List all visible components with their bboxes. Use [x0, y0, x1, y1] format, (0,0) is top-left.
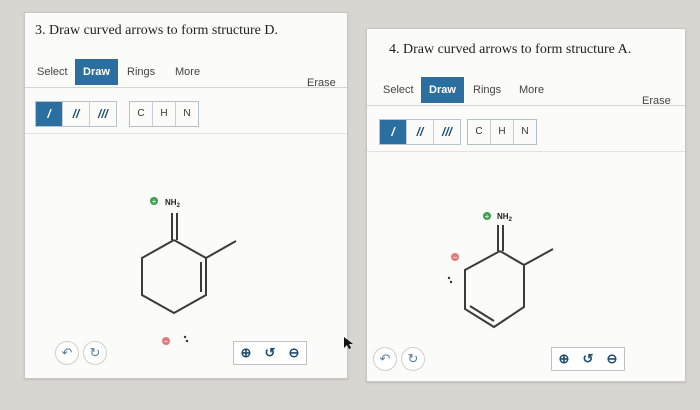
tab-select[interactable]: Select [375, 77, 422, 103]
hydrogen-atom-button[interactable]: H [153, 102, 176, 126]
minus-charge-sign: − [453, 253, 458, 262]
methyl-bond [523, 248, 554, 266]
tab-rings[interactable]: Rings [119, 59, 163, 85]
drawing-canvas[interactable]: + NH2 − [367, 153, 685, 349]
atom-tools: C H N [129, 101, 199, 127]
lone-pair-dot [185, 339, 189, 343]
bond-tools: / // /// [379, 119, 461, 145]
nh2-label: NH2 [165, 198, 181, 209]
erase-button[interactable]: Erase [642, 95, 671, 107]
erase-button[interactable]: Erase [307, 77, 336, 89]
reset-view-icon[interactable]: ↺ [258, 342, 282, 364]
methyl-bond [205, 240, 237, 259]
cyclohexene-ring [141, 239, 207, 315]
single-bond-button[interactable]: / [36, 102, 63, 126]
molecule-structure [464, 225, 554, 329]
question-text: 4. Draw curved arrows to form structure … [389, 42, 632, 57]
zoom-controls: ⊕ ↺ ⊖ [233, 341, 307, 365]
question-panel-4: 4. Draw curved arrows to form structure … [366, 28, 686, 382]
lone-pair-dot [183, 335, 187, 339]
reset-view-icon[interactable]: ↺ [576, 348, 600, 370]
carbon-atom-button[interactable]: C [468, 120, 491, 144]
redo-icon[interactable]: ↻ [401, 347, 425, 371]
mouse-pointer-icon [344, 337, 353, 349]
nitrogen-atom-button[interactable]: N [514, 120, 536, 144]
carbon-atom-button[interactable]: C [130, 102, 153, 126]
question-panel-3: 3. Draw curved arrows to form structure … [24, 12, 348, 379]
minus-charge-sign: − [164, 337, 169, 345]
zoom-out-icon[interactable]: ⊖ [600, 348, 624, 370]
nitrogen-atom-button[interactable]: N [176, 102, 198, 126]
lone-pair-dot [447, 276, 451, 280]
plus-charge-sign: + [485, 212, 490, 221]
tab-more[interactable]: More [167, 59, 208, 85]
single-bond-button[interactable]: / [380, 120, 407, 144]
zoom-controls: ⊕ ↺ ⊖ [551, 347, 625, 371]
double-bond-button[interactable]: // [407, 120, 434, 144]
triple-bond-button[interactable]: /// [90, 102, 116, 126]
question-text: 3. Draw curved arrows to form structure … [35, 23, 278, 38]
bond-tools: / // /// [35, 101, 117, 127]
undo-icon[interactable]: ↶ [55, 341, 79, 365]
zoom-in-icon[interactable]: ⊕ [234, 342, 258, 364]
draw-toolbar: / // /// C H N [367, 111, 685, 152]
tab-draw[interactable]: Draw [75, 59, 118, 85]
nh2-label: NH2 [497, 212, 513, 223]
lone-pair-dot [449, 280, 453, 284]
redo-icon[interactable]: ↻ [83, 341, 107, 365]
atom-tools: C H N [467, 119, 537, 145]
hydrogen-atom-button[interactable]: H [491, 120, 514, 144]
zoom-in-icon[interactable]: ⊕ [552, 348, 576, 370]
zoom-out-icon[interactable]: ⊖ [282, 342, 306, 364]
tab-select[interactable]: Select [29, 59, 76, 85]
tab-rings[interactable]: Rings [465, 77, 509, 103]
cyclohexene-ring [464, 250, 525, 329]
plus-charge-sign: + [152, 197, 157, 206]
tab-draw[interactable]: Draw [421, 77, 464, 103]
tool-tabs: Select Draw Rings More [367, 77, 685, 106]
tool-tabs: Select Draw Rings More [25, 59, 347, 88]
molecule-structure [141, 213, 237, 315]
undo-icon[interactable]: ↶ [373, 347, 397, 371]
draw-toolbar: / // /// C H N [25, 93, 347, 134]
tab-more[interactable]: More [511, 77, 552, 103]
drawing-canvas[interactable]: + NH2 − [25, 135, 347, 345]
double-bond-button[interactable]: // [63, 102, 90, 126]
triple-bond-button[interactable]: /// [434, 120, 460, 144]
